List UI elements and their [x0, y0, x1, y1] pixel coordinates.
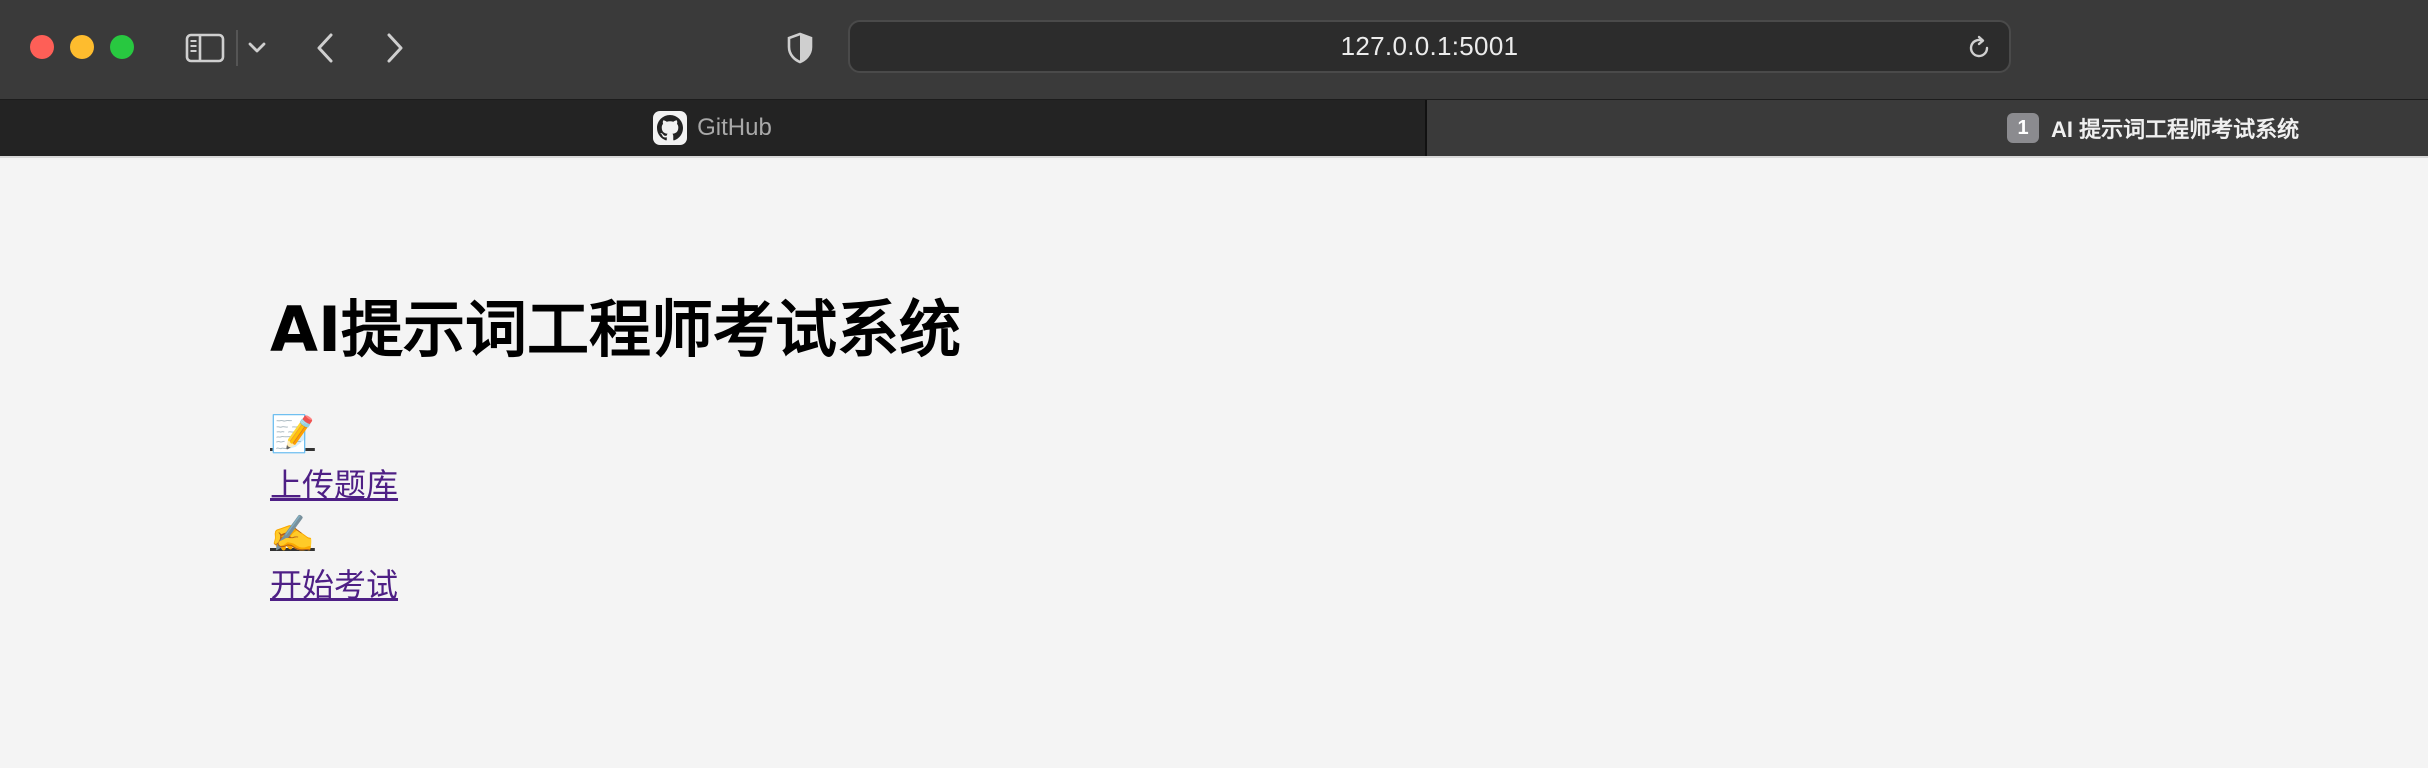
shield-icon: [787, 32, 813, 64]
tab-badge: 1: [2007, 113, 2039, 143]
back-button[interactable]: [305, 24, 345, 72]
maximize-window-button[interactable]: [110, 35, 134, 59]
tab-strip: GitHub 1 AI 提示词工程师考试系统: [0, 99, 2428, 156]
tab-github[interactable]: GitHub: [0, 100, 1427, 156]
github-icon: [653, 111, 688, 145]
page-title: AI提示词工程师考试系统: [270, 293, 962, 366]
sidebar-toggle-button[interactable]: [180, 24, 230, 72]
chevron-left-icon: [317, 33, 333, 63]
sidebar-icon: [185, 33, 225, 63]
start-exam-emoji-link[interactable]: ✍️: [270, 510, 961, 560]
upload-question-bank-link[interactable]: 上传题库: [270, 460, 961, 510]
close-window-button[interactable]: [30, 35, 54, 59]
privacy-report-button[interactable]: [780, 24, 820, 72]
upload-emoji-link[interactable]: 📝: [270, 410, 961, 460]
address-bar[interactable]: 127.0.0.1:5001: [848, 20, 2011, 73]
tab-group-menu-button[interactable]: [240, 24, 274, 72]
browser-toolbar: 127.0.0.1:5001: [0, 0, 2428, 99]
toolbar-divider: [236, 30, 238, 66]
chevron-down-icon: [248, 42, 266, 53]
page-content: AI提示词工程师考试系统 📝 上传题库 ✍️ 开始考试: [270, 290, 961, 610]
tab-exam-system[interactable]: 1 AI 提示词工程师考试系统: [1427, 100, 2428, 156]
chevron-right-icon: [387, 33, 403, 63]
forward-button[interactable]: [375, 24, 415, 72]
reload-icon[interactable]: [1965, 34, 1993, 62]
start-exam-link[interactable]: 开始考试: [270, 560, 961, 610]
minimize-window-button[interactable]: [70, 35, 94, 59]
toolbar-shadow: [0, 156, 2428, 158]
tab-label: GitHub: [697, 114, 772, 141]
url-text[interactable]: 127.0.0.1:5001: [850, 22, 2009, 71]
nav-links: 📝 上传题库 ✍️ 开始考试: [270, 410, 961, 610]
tab-label: AI 提示词工程师考试系统: [2051, 117, 2300, 142]
